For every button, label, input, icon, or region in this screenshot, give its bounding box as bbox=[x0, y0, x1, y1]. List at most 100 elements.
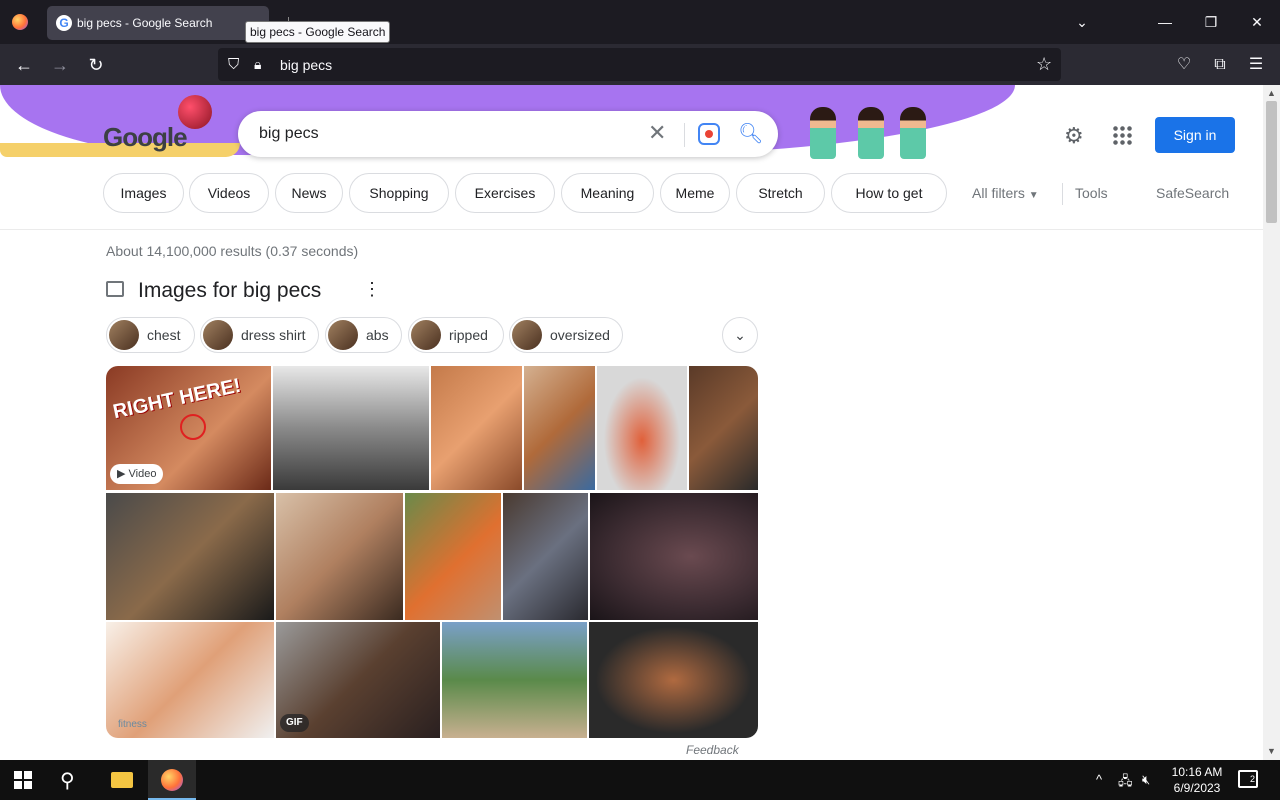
scroll-thumb[interactable] bbox=[1266, 101, 1277, 223]
filters-divider bbox=[1062, 183, 1063, 205]
all-filters-label: All filters bbox=[972, 185, 1025, 201]
windows-start-icon[interactable] bbox=[14, 771, 32, 789]
related-chip-abs[interactable]: abs bbox=[325, 317, 402, 353]
image-result[interactable] bbox=[273, 366, 429, 490]
red-circle-marker bbox=[180, 414, 206, 440]
close-icon[interactable]: ✕ bbox=[1245, 10, 1269, 34]
filter-chip-exercises[interactable]: Exercises bbox=[455, 173, 555, 213]
filter-chip-meme[interactable]: Meme bbox=[660, 173, 730, 213]
image-result[interactable]: fitness bbox=[106, 622, 274, 738]
volume-muted-icon[interactable]: 🔇︎ bbox=[1142, 772, 1150, 788]
watermark-text: fitness bbox=[118, 719, 147, 730]
filter-chip-videos[interactable]: Videos bbox=[189, 173, 269, 213]
image-result[interactable] bbox=[689, 366, 758, 490]
image-result[interactable]: RIGHT HERE! ▶ Video bbox=[106, 366, 271, 490]
extensions-icon[interactable]: ⧉ bbox=[1209, 54, 1231, 76]
filter-chip-shopping[interactable]: Shopping bbox=[349, 173, 449, 213]
chip-label: dress shirt bbox=[241, 327, 306, 343]
google-apps-icon[interactable] bbox=[1112, 125, 1132, 145]
chip-label: abs bbox=[366, 327, 389, 343]
all-filters-button[interactable]: All filters ▼ bbox=[972, 185, 1039, 201]
pocket-icon[interactable]: ♡ bbox=[1173, 54, 1195, 76]
chip-thumbnail bbox=[109, 320, 139, 350]
firefox-icon[interactable] bbox=[12, 14, 28, 30]
result-stats: About 14,100,000 results (0.37 seconds) bbox=[106, 243, 359, 259]
bookmark-star-icon[interactable]: ☆ bbox=[1036, 54, 1052, 75]
dancer-illustration bbox=[900, 107, 926, 159]
chip-label: ripped bbox=[449, 327, 488, 343]
reload-icon[interactable]: ↻ bbox=[83, 52, 109, 78]
filter-chip-news[interactable]: News bbox=[275, 173, 343, 213]
image-result[interactable] bbox=[405, 493, 501, 620]
browser-navbar: ← → ↻ ⛉ 🔒︎ big pecs ☆ ♡ ⧉ ☰ bbox=[0, 44, 1280, 85]
more-options-icon[interactable]: ⋮ bbox=[363, 279, 381, 300]
image-grid: RIGHT HERE! ▶ Video fitness GIF bbox=[106, 366, 758, 738]
image-result[interactable] bbox=[442, 622, 587, 738]
filter-chip-how-to-get[interactable]: How to get bbox=[831, 173, 947, 213]
image-result[interactable] bbox=[431, 366, 522, 490]
related-chip-dress-shirt[interactable]: dress shirt bbox=[200, 317, 319, 353]
page-scrollbar[interactable]: ▲ ▼ bbox=[1263, 85, 1280, 760]
expand-chevron-icon[interactable]: ⌄ bbox=[722, 317, 758, 353]
dancer-illustration bbox=[858, 107, 884, 159]
tray-chevron-up-icon[interactable]: ^ bbox=[1096, 772, 1102, 787]
tools-button[interactable]: Tools bbox=[1075, 185, 1108, 201]
settings-gear-icon[interactable]: ⚙ bbox=[1064, 123, 1084, 149]
restore-icon[interactable]: ❐ bbox=[1199, 10, 1223, 34]
search-icon[interactable]: 🔍︎ bbox=[738, 121, 763, 146]
browser-tab[interactable]: G big pecs - Google Search bbox=[47, 6, 269, 40]
taskbar-search-icon[interactable]: ⚲ bbox=[60, 768, 75, 793]
image-result[interactable] bbox=[106, 493, 274, 620]
image-result[interactable] bbox=[597, 366, 687, 490]
image-result[interactable] bbox=[590, 493, 758, 620]
google-favicon-icon: G bbox=[56, 15, 72, 31]
chip-label: oversized bbox=[550, 327, 610, 343]
minimize-icon[interactable]: — bbox=[1153, 10, 1177, 34]
list-tabs-chevron-icon[interactable]: ⌄ bbox=[1070, 10, 1094, 34]
image-result[interactable] bbox=[276, 493, 403, 620]
safesearch-button[interactable]: SafeSearch bbox=[1156, 185, 1229, 201]
system-clock[interactable]: 10:16 AM 6/9/2023 bbox=[1168, 764, 1226, 796]
dancer-illustration bbox=[810, 107, 836, 159]
taskbar-firefox-button[interactable] bbox=[148, 760, 196, 800]
windows-taskbar: ⚲ ^ 🖧︎ 🔇︎ 10:16 AM 6/9/2023 2 bbox=[0, 760, 1280, 800]
image-icon bbox=[106, 281, 124, 297]
filter-chip-images[interactable]: Images bbox=[103, 173, 184, 213]
filter-chip-stretch[interactable]: Stretch bbox=[736, 173, 825, 213]
google-doodle-logo[interactable]: Google bbox=[103, 122, 188, 153]
network-icon[interactable]: 🖧︎ bbox=[1118, 772, 1133, 794]
image-result[interactable]: GIF bbox=[276, 622, 440, 738]
filter-chip-meaning[interactable]: Meaning bbox=[561, 173, 654, 213]
clear-icon[interactable]: ✕ bbox=[648, 120, 666, 146]
search-box[interactable]: big pecs ✕ 🔍︎ bbox=[238, 111, 778, 157]
chip-thumbnail bbox=[512, 320, 542, 350]
image-result[interactable] bbox=[589, 622, 758, 738]
clock-time: 10:16 AM bbox=[1171, 765, 1223, 779]
notifications-icon[interactable]: 2 bbox=[1238, 770, 1258, 788]
address-bar[interactable]: ⛉ 🔒︎ big pecs ☆ bbox=[218, 48, 1061, 81]
images-section-heading[interactable]: Images for big pecs bbox=[138, 279, 321, 303]
sign-in-button[interactable]: Sign in bbox=[1155, 117, 1235, 153]
google-results-page: Google big pecs ✕ 🔍︎ ⚙ Sign in Images Vi… bbox=[0, 85, 1263, 760]
related-chip-chest[interactable]: chest bbox=[106, 317, 195, 353]
menu-hamburger-icon[interactable]: ☰ bbox=[1245, 54, 1267, 76]
forward-arrow-icon[interactable]: → bbox=[47, 52, 73, 78]
lock-icon[interactable]: 🔒︎ bbox=[254, 56, 261, 73]
related-chip-oversized[interactable]: oversized bbox=[509, 317, 623, 353]
header-divider bbox=[0, 229, 1263, 230]
file-explorer-icon[interactable] bbox=[111, 772, 133, 788]
image-result[interactable] bbox=[524, 366, 595, 490]
dropdown-arrow-icon: ▼ bbox=[1028, 190, 1039, 201]
video-badge: ▶ Video bbox=[110, 464, 164, 484]
feedback-link[interactable]: Feedback bbox=[686, 743, 739, 757]
back-arrow-icon[interactable]: ← bbox=[11, 52, 37, 78]
search-input[interactable]: big pecs bbox=[259, 125, 319, 143]
image-result[interactable] bbox=[503, 493, 588, 620]
address-text[interactable]: big pecs bbox=[280, 57, 332, 73]
scroll-down-arrow-icon[interactable]: ▼ bbox=[1267, 746, 1276, 756]
tab-title: big pecs - Google Search bbox=[77, 16, 213, 30]
google-lens-icon[interactable] bbox=[698, 123, 720, 145]
tracking-shield-icon[interactable]: ⛉ bbox=[228, 56, 239, 73]
related-chip-ripped[interactable]: ripped bbox=[408, 317, 504, 353]
scroll-up-arrow-icon[interactable]: ▲ bbox=[1267, 88, 1276, 98]
